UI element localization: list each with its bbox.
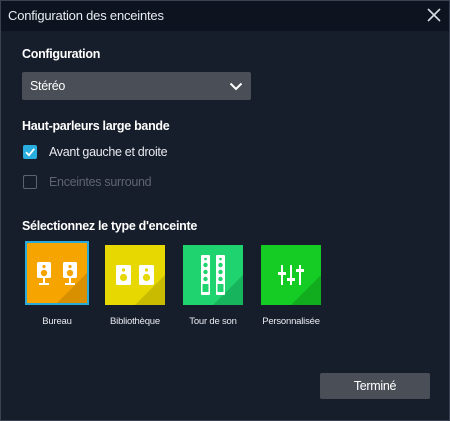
desk-speakers-icon (27, 243, 87, 303)
speaker-tile-personnalisee[interactable] (261, 245, 321, 305)
configuration-heading: Configuration (22, 47, 101, 61)
chevron-down-icon (229, 82, 243, 91)
done-button[interactable]: Terminé (320, 373, 430, 399)
wideband-heading: Haut-parleurs large bande (22, 119, 170, 133)
tile-label-bureau: Bureau (42, 316, 72, 327)
equalizer-sliders-icon (261, 245, 321, 305)
tile-label-personnalisee: Personnalisée (262, 316, 320, 327)
bookshelf-speakers-icon (105, 245, 165, 305)
speaker-type-heading: Sélectionnez le type d'enceinte (22, 219, 197, 233)
tower-speakers-icon (183, 245, 243, 305)
surround-checkbox[interactable] (23, 175, 37, 189)
tile-label-bibliotheque: Bibliothèque (110, 316, 160, 327)
window-title: Configuration des enceintes (8, 8, 164, 23)
close-icon[interactable] (424, 5, 444, 25)
surround-label: Enceintes surround (49, 175, 152, 189)
speaker-tile-bibliotheque[interactable] (105, 245, 165, 305)
speaker-tile-tour-de-son[interactable] (183, 245, 243, 305)
title-bar: Configuration des enceintes (1, 1, 449, 31)
checkmark-icon (25, 148, 35, 157)
speaker-tile-bureau[interactable] (27, 243, 87, 303)
configuration-select[interactable]: Stéréo (22, 72, 251, 100)
done-button-label: Terminé (353, 379, 397, 393)
tile-label-tour-de-son: Tour de son (189, 316, 237, 327)
front-left-right-checkbox[interactable] (23, 145, 37, 159)
speaker-config-dialog: Configuration des enceintes Configuratio… (0, 0, 450, 421)
configuration-selected-value: Stéréo (30, 79, 66, 93)
front-left-right-label: Avant gauche et droite (49, 145, 168, 159)
